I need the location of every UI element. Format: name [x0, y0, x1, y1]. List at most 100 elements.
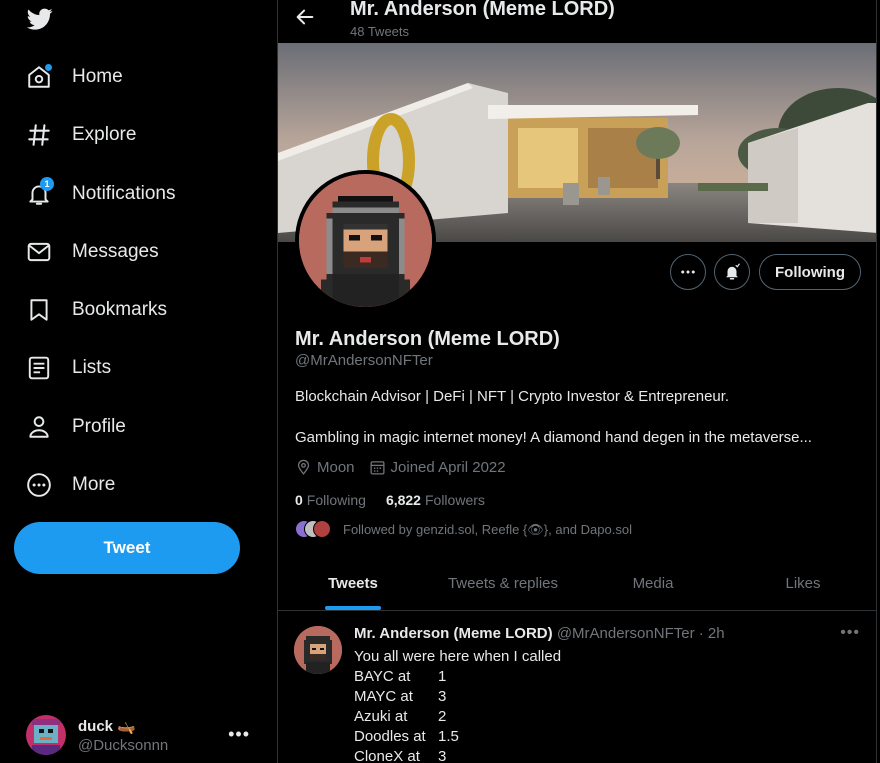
- tab-tweets-replies[interactable]: Tweets & replies: [428, 557, 578, 610]
- account-name: duck 🛶: [78, 717, 136, 735]
- hashtag-icon: [26, 122, 52, 148]
- list-icon: [26, 355, 52, 381]
- more-options-button[interactable]: [670, 254, 706, 290]
- tweet-author-avatar[interactable]: [294, 626, 342, 674]
- tweet-value: 3: [438, 688, 447, 705]
- tweet-line: CloneX at 3: [354, 747, 561, 763]
- nav-bookmarks[interactable]: Bookmarks: [14, 286, 179, 334]
- nav-lists[interactable]: Lists: [14, 344, 123, 392]
- joined-group: Joined April 2022: [369, 459, 506, 476]
- following-button[interactable]: Following: [759, 254, 861, 290]
- account-avatar: [26, 715, 66, 755]
- tab-media-label: Media: [632, 575, 674, 592]
- tweet-text: You all were here when I called BAYC at 1…: [354, 647, 561, 763]
- more-circle-icon: [26, 472, 52, 498]
- envelope-icon: [26, 239, 52, 265]
- nav-explore[interactable]: Explore: [14, 111, 148, 159]
- location-pin-icon: [297, 459, 310, 475]
- tab-tweets-label: Tweets: [328, 575, 378, 592]
- tweet-header: Mr. Anderson (Meme LORD) @MrAndersonNFTe…: [354, 625, 725, 642]
- profile-name: Mr. Anderson (Meme LORD): [295, 328, 560, 350]
- more-dots-icon: [681, 270, 695, 274]
- nav-notifications[interactable]: 1 Notifications: [14, 170, 188, 218]
- person-icon: [26, 414, 52, 440]
- following-count: 0: [295, 492, 303, 508]
- profile-header-bar: Mr. Anderson (Meme LORD) 48 Tweets: [278, 0, 876, 43]
- follower-avatars: [295, 520, 333, 540]
- bell-subscribed-icon: [726, 263, 740, 280]
- nav-bookmarks-label: Bookmarks: [72, 299, 168, 320]
- tweet-button[interactable]: Tweet: [14, 522, 240, 574]
- nav-messages[interactable]: Messages: [14, 228, 171, 276]
- tweet-value: 2: [438, 708, 447, 725]
- tweet-coin: MAYC at: [354, 688, 413, 705]
- nav-more-label: More: [72, 474, 116, 495]
- tweet-value: 1: [438, 668, 447, 685]
- profile-meta: Moon Joined April 2022: [295, 459, 520, 476]
- profile-tabs: Tweets Tweets & replies Media Likes: [278, 557, 876, 611]
- tab-tweets[interactable]: Tweets: [278, 557, 428, 610]
- profile-bio-line2: Gambling in magic internet money! A diam…: [295, 429, 812, 446]
- nav-home[interactable]: Home: [14, 53, 135, 101]
- profile-joined: Joined April 2022: [390, 459, 506, 476]
- location-group: Moon: [295, 459, 355, 476]
- profile-column: Mr. Anderson (Meme LORD) 48 Tweets Follo…: [277, 0, 877, 763]
- account-switcher[interactable]: duck 🛶 @Ducksonnn •••: [14, 706, 264, 763]
- nav-messages-label: Messages: [72, 241, 159, 262]
- unread-dot: [45, 64, 52, 71]
- sidebar: Home Explore 1 Notifications Messages Bo…: [0, 0, 277, 763]
- profile-avatar[interactable]: [295, 170, 436, 311]
- nav-explore-label: Explore: [72, 124, 137, 145]
- followers-stat[interactable]: 6,822 Followers: [386, 492, 485, 508]
- profile-bio-line1: Blockchain Advisor | DeFi | NFT | Crypto…: [295, 388, 730, 405]
- tweet-coin: CloneX at: [354, 748, 420, 763]
- nav-home-label: Home: [72, 66, 123, 87]
- header-title: Mr. Anderson (Meme LORD): [350, 0, 615, 20]
- tweet-line: Azuki at 2: [354, 707, 561, 727]
- tweet-item[interactable]: Mr. Anderson (Meme LORD) @MrAndersonNFTe…: [278, 612, 876, 763]
- followed-by-text: Followed by genzid.sol, Reefle {👁}, and …: [343, 522, 632, 537]
- notify-subscribe-button[interactable]: [714, 254, 750, 290]
- tweet-line: BAYC at 1: [354, 667, 561, 687]
- tweet-line: MAYC at 3: [354, 687, 561, 707]
- tweet-value: 1.5: [438, 728, 459, 745]
- nav-lists-label: Lists: [72, 357, 112, 378]
- tweet-author-name[interactable]: Mr. Anderson (Meme LORD): [354, 625, 553, 642]
- tweet-line: Doodles at 1.5: [354, 727, 561, 747]
- tweet-author-handle[interactable]: @MrAndersonNFTer: [557, 625, 695, 642]
- bookmark-icon: [26, 297, 52, 323]
- tab-tweets-replies-label: Tweets & replies: [447, 575, 559, 592]
- tweet-value: 3: [438, 748, 447, 763]
- twitter-logo-icon[interactable]: [26, 6, 54, 32]
- profile-location: Moon: [317, 459, 355, 476]
- nav-profile[interactable]: Profile: [14, 403, 138, 451]
- nav-profile-label: Profile: [72, 416, 126, 437]
- following-stat[interactable]: 0 Following: [295, 492, 366, 508]
- tweet-time[interactable]: · 2h: [699, 625, 725, 642]
- tab-media[interactable]: Media: [578, 557, 728, 610]
- home-icon: [26, 64, 52, 90]
- profile-stats: 0 Following 6,822 Followers: [295, 492, 505, 508]
- tweet-coin: Doodles at: [354, 728, 426, 745]
- nav-notifications-label: Notifications: [72, 183, 176, 204]
- followers-label: Followers: [424, 492, 485, 508]
- account-handle: @Ducksonnn: [78, 736, 169, 754]
- calendar-icon: [370, 461, 385, 475]
- more-dots-icon[interactable]: •••: [840, 624, 860, 642]
- nav-more[interactable]: More: [14, 461, 127, 509]
- notification-badge: 1: [40, 177, 54, 191]
- bell-icon: 1: [26, 177, 54, 207]
- tweet-intro: You all were here when I called: [354, 648, 562, 665]
- profile-handle: @MrAndersonNFTer: [295, 352, 433, 369]
- tweet-coin: BAYC at: [354, 668, 411, 685]
- tweet-coin: Azuki at: [354, 708, 408, 725]
- following-label: Following: [306, 492, 366, 508]
- back-arrow-icon[interactable]: [294, 6, 316, 28]
- followed-by[interactable]: Followed by genzid.sol, Reefle {👁}, and …: [295, 520, 632, 540]
- header-tweet-count: 48 Tweets: [350, 24, 410, 39]
- followers-count: 6,822: [385, 492, 421, 508]
- more-dots-icon: •••: [228, 724, 250, 744]
- active-tab-indicator: [325, 606, 381, 610]
- tab-likes[interactable]: Likes: [728, 557, 876, 610]
- tab-likes-label: Likes: [785, 575, 821, 592]
